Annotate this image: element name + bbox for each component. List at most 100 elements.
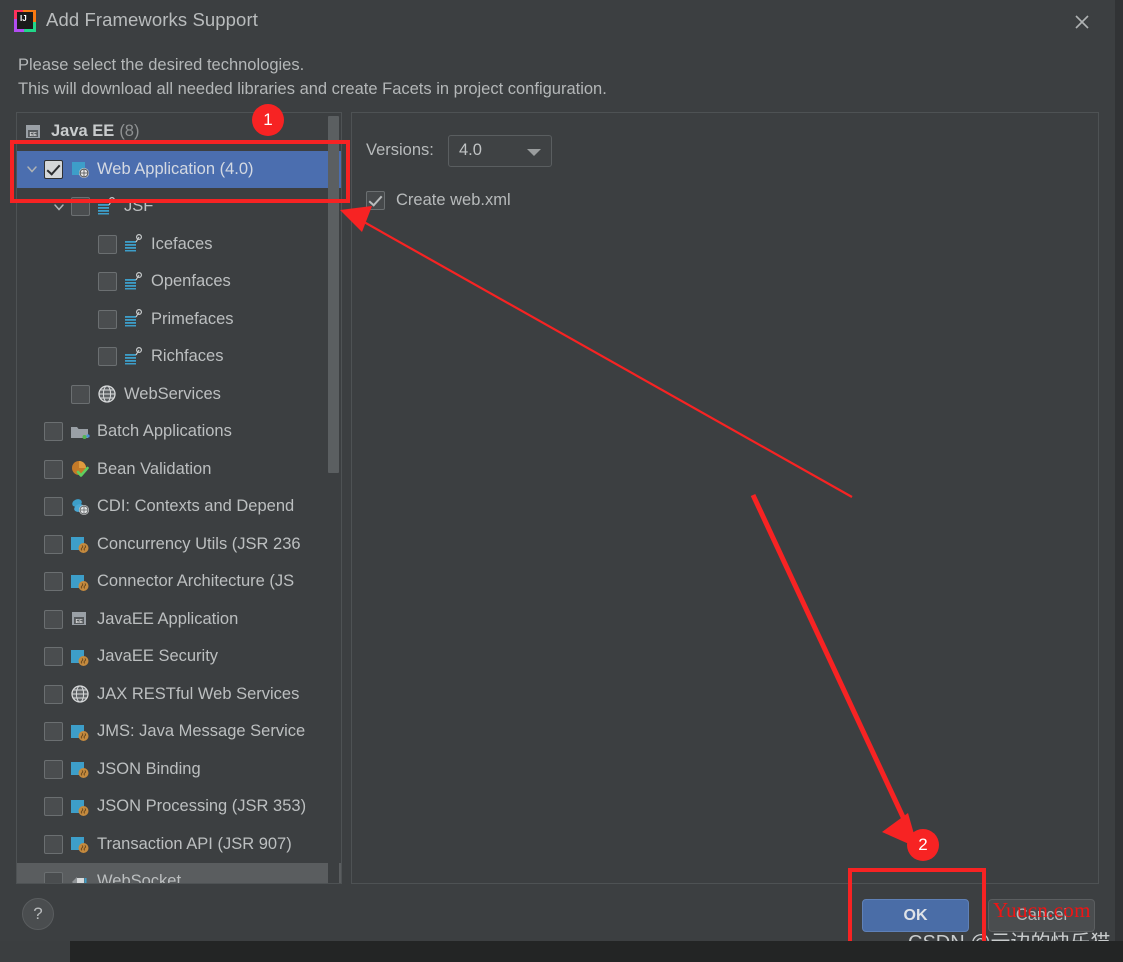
jsf-icon	[124, 309, 144, 329]
tree-row[interactable]: JAX RESTful Web Services	[17, 676, 341, 714]
tree-row[interactable]: Connector Architecture (JS	[17, 563, 341, 601]
tree-row[interactable]: WebServices	[17, 376, 341, 414]
tree-item-checkbox[interactable]	[44, 647, 63, 667]
tree-row[interactable]: WebSocket	[17, 863, 341, 884]
tree-item-label: WebSocket	[97, 872, 182, 884]
close-icon[interactable]	[1060, 4, 1104, 40]
tree-item-label: Connector Architecture (JS	[97, 572, 295, 591]
tree-row[interactable]: Icefaces	[17, 226, 341, 264]
tree-row[interactable]: Transaction API (JSR 907)	[17, 826, 341, 864]
tree-item-label: Concurrency Utils (JSR 236	[97, 534, 301, 553]
tree-item-checkbox[interactable]	[44, 797, 63, 817]
create-webxml-label: Create web.xml	[396, 191, 511, 209]
svg-text:IJ: IJ	[20, 14, 27, 23]
tree-row[interactable]: Batch Applications	[17, 413, 341, 451]
tree-item-checkbox[interactable]	[44, 872, 63, 883]
tree-item-label: Batch Applications	[97, 422, 232, 441]
dialog-description-line1: Please select the desired technologies.	[18, 56, 305, 74]
tree-row[interactable]: CDI: Contexts and Depend	[17, 488, 341, 526]
tree-item-label: JAX RESTful Web Services	[97, 684, 300, 703]
tree-item-label: Primefaces	[151, 309, 234, 328]
dialog-right-edge	[1115, 0, 1123, 941]
cdi-icon	[70, 497, 90, 517]
tree-row[interactable]: Concurrency Utils (JSR 236	[17, 526, 341, 564]
chevron-down-icon[interactable]	[24, 161, 40, 177]
svg-text:EE: EE	[76, 619, 84, 625]
svg-text:EE: EE	[30, 132, 38, 138]
tree-item-checkbox[interactable]	[44, 459, 63, 479]
tree-item-checkbox[interactable]	[98, 234, 117, 254]
tree-item-checkbox[interactable]	[44, 684, 63, 704]
tree-scrollbar[interactable]	[328, 114, 339, 883]
dialog-description-line2: This will download all needed libraries …	[18, 80, 607, 98]
tree-row[interactable]: Openfaces	[17, 263, 341, 301]
web-application-icon	[70, 159, 90, 179]
tree-row[interactable]: Bean Validation	[17, 451, 341, 489]
java-bean-icon	[70, 759, 90, 779]
batch-folder-icon	[70, 422, 90, 442]
tree-scrollbar-thumb[interactable]	[328, 116, 339, 473]
tree-item-label: JSF	[124, 197, 154, 216]
annotation-badge-1: 1	[252, 104, 284, 136]
tree-group-row[interactable]: EE Java EE (8)	[17, 113, 341, 151]
frameworks-tree-list[interactable]: EE Java EE (8) Web Application (4.0) JSF Icef…	[17, 113, 341, 884]
tree-row[interactable]: JavaEE Security	[17, 638, 341, 676]
javaee-module-icon: EE	[24, 122, 44, 142]
tree-item-label: WebServices	[124, 384, 221, 403]
tree-item-checkbox[interactable]	[44, 834, 63, 854]
tree-item-checkbox[interactable]	[98, 272, 117, 292]
tree-row[interactable]: JSF	[17, 188, 341, 226]
chevron-down-icon[interactable]	[51, 199, 67, 215]
desktop-strip-left	[0, 941, 70, 962]
tree-row[interactable]: JSON Processing (JSR 353)	[17, 788, 341, 826]
tree-item-label: JavaEE Application	[97, 609, 239, 628]
jsf-icon	[124, 271, 144, 292]
help-button[interactable]: ?	[22, 898, 54, 930]
annotation-badge-2: 2	[907, 829, 939, 861]
java-bean-icon	[70, 797, 90, 817]
tree-item-checkbox[interactable]	[44, 572, 63, 592]
tree-row[interactable]: JSON Binding	[17, 751, 341, 789]
create-webxml-checkbox[interactable]	[366, 191, 385, 210]
tree-item-checkbox[interactable]	[98, 347, 117, 367]
javaee-module-icon: EE	[70, 609, 90, 629]
tree-item-label: JavaEE Security	[97, 647, 219, 666]
tree-item-checkbox[interactable]	[44, 759, 63, 779]
versions-select[interactable]: 4.0	[448, 135, 552, 167]
java-bean-icon	[70, 722, 90, 742]
tree-item-label: Openfaces	[151, 272, 231, 291]
websocket-icon	[70, 872, 90, 883]
add-frameworks-dialog: IJ Add Frameworks Support Please select …	[0, 0, 1123, 954]
tree-item-checkbox[interactable]	[98, 309, 117, 329]
tree-item-checkbox[interactable]	[44, 422, 63, 442]
frameworks-tree-panel[interactable]: EE Java EE (8) Web Application (4.0) JSF Icef…	[16, 112, 342, 884]
tree-item-checkbox[interactable]	[44, 497, 63, 517]
dialog-titlebar: IJ Add Frameworks Support	[0, 0, 1123, 44]
tree-item-checkbox[interactable]	[44, 534, 63, 554]
create-webxml-checkbox-row[interactable]: Create web.xml	[366, 191, 511, 210]
tree-item-label: Transaction API (JSR 907)	[97, 834, 292, 853]
tree-item-label: Richfaces	[151, 347, 224, 366]
tree-item-checkbox[interactable]	[71, 197, 90, 217]
tree-item-checkbox[interactable]	[44, 609, 63, 629]
java-bean-icon	[70, 572, 90, 592]
intellij-idea-icon: IJ	[12, 8, 38, 34]
chevron-down-icon	[527, 149, 541, 156]
globe-icon	[97, 384, 117, 404]
tree-item-checkbox[interactable]	[71, 384, 90, 404]
tree-row[interactable]: JMS: Java Message Service	[17, 713, 341, 751]
tree-row[interactable]: Web Application (4.0)	[17, 150, 341, 188]
tree-item-checkbox[interactable]	[44, 159, 63, 179]
tree-item-label: JMS: Java Message Service	[97, 722, 306, 741]
tree-row[interactable]: EE JavaEE Application	[17, 601, 341, 639]
tree-row[interactable]: Richfaces	[17, 338, 341, 376]
tree-group-count: (8)	[119, 122, 140, 141]
framework-details-panel: Versions: 4.0 Create web.xml	[351, 112, 1099, 884]
tree-row[interactable]: Primefaces	[17, 301, 341, 339]
dialog-title: Add Frameworks Support	[46, 9, 258, 30]
tree-item-label: Web Application (4.0)	[97, 159, 254, 178]
globe-icon	[70, 684, 90, 704]
tree-item-checkbox[interactable]	[44, 722, 63, 742]
tree-item-label: JSON Binding	[97, 759, 201, 778]
jsf-icon	[124, 346, 144, 367]
